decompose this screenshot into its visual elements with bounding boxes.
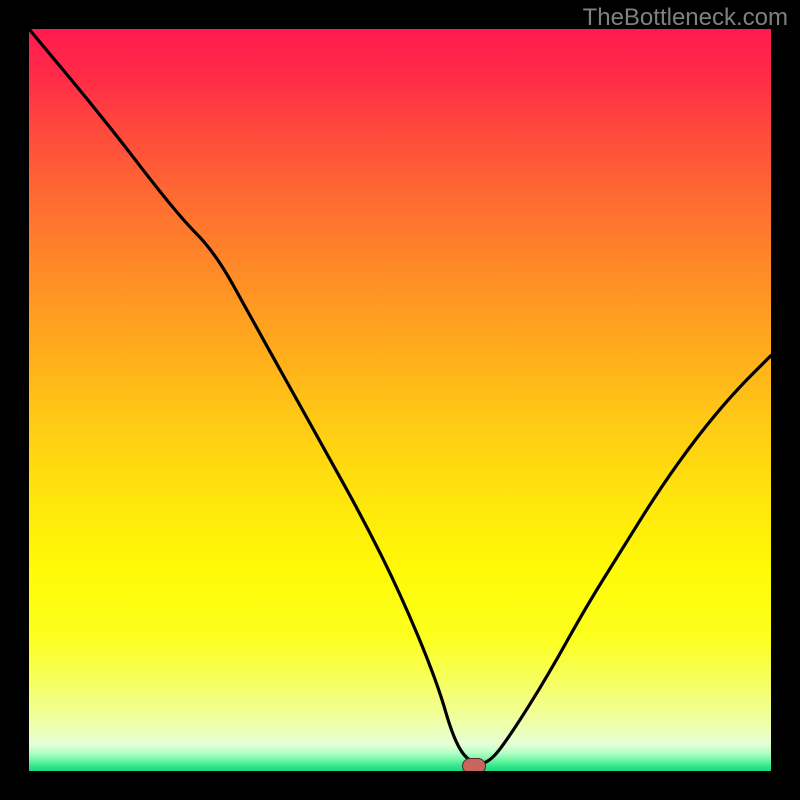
watermark-text: TheBottleneck.com [583,4,788,32]
plot-area [29,29,771,771]
optimal-point-marker [462,758,486,771]
bottleneck-curve [29,29,771,771]
